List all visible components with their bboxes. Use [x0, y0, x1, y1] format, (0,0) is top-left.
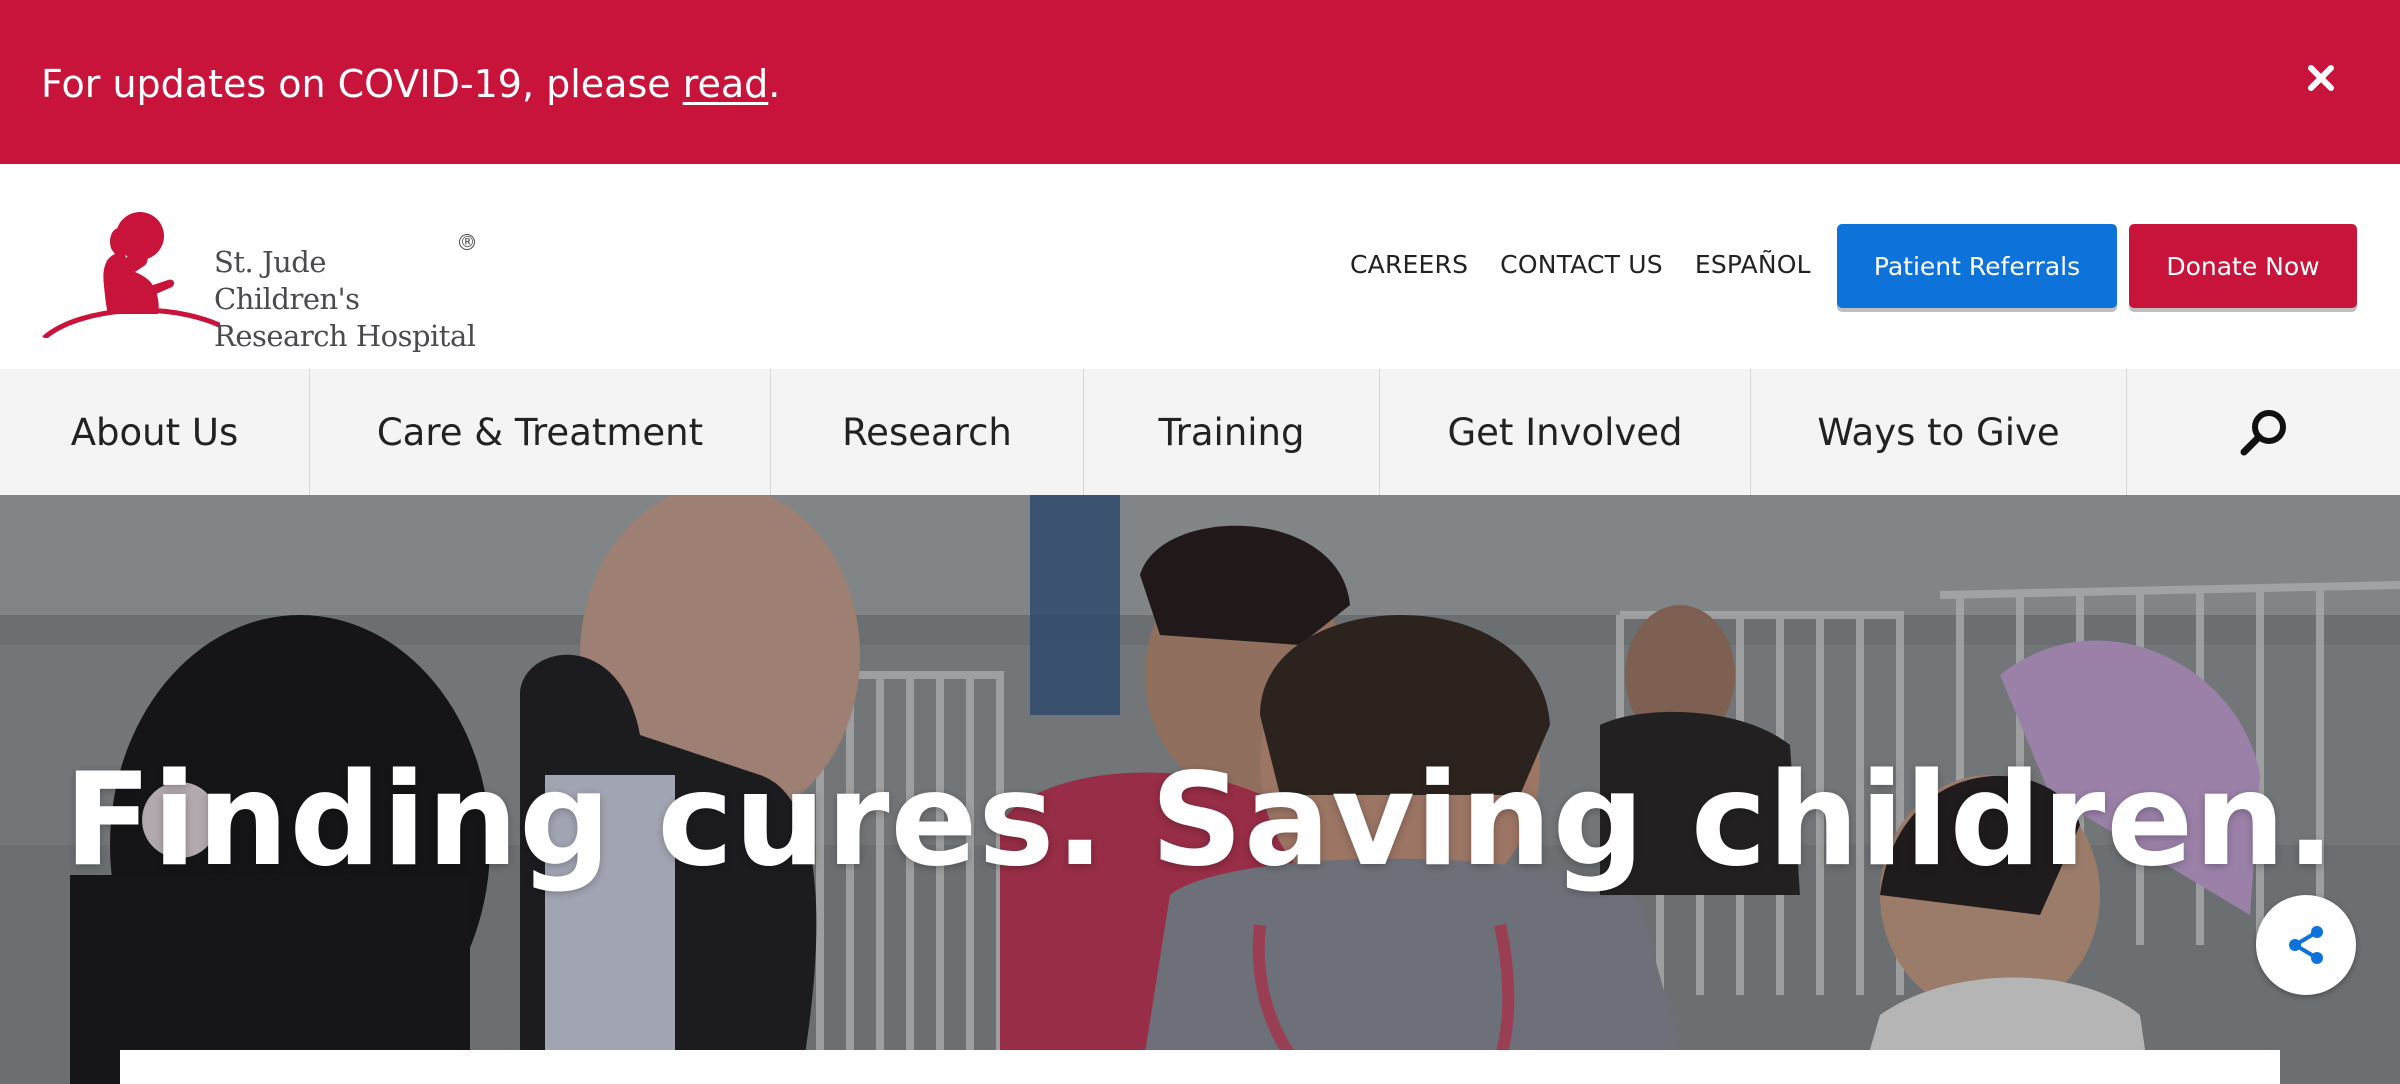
nav-training[interactable]: Training — [1084, 369, 1380, 495]
nav-get-involved[interactable]: Get Involved — [1380, 369, 1751, 495]
site-header: St. Jude Children's Research Hospital ® … — [0, 164, 2400, 369]
nav-care-treatment[interactable]: Care & Treatment — [310, 369, 771, 495]
share-icon[interactable] — [2256, 895, 2356, 995]
patient-referrals-button[interactable]: Patient Referrals — [1837, 224, 2117, 308]
logo-line-1: St. Jude Children's — [214, 245, 360, 316]
covid-alert-banner: For updates on COVID-19, please read. — [0, 0, 2400, 164]
hero-banner: Finding cures. Saving children. — [0, 495, 2400, 1084]
nav-ways-to-give[interactable]: Ways to Give — [1751, 369, 2127, 495]
content-card — [120, 1050, 2280, 1084]
logo-line-2: Research Hospital — [214, 319, 476, 353]
contact-us-link[interactable]: CONTACT US — [1500, 250, 1663, 279]
main-nav: About Us Care & Treatment Research Train… — [0, 369, 2400, 496]
logo-wordmark: St. Jude Children's Research Hospital — [214, 244, 480, 355]
hero-title: Finding cures. Saving children. — [64, 746, 2336, 895]
alert-suffix: . — [768, 62, 781, 106]
careers-link[interactable]: CAREERS — [1350, 250, 1468, 279]
alert-read-link[interactable]: read — [683, 62, 769, 106]
registered-mark: ® — [459, 233, 475, 251]
utility-nav: CAREERS CONTACT US ESPAÑOL — [1350, 250, 1843, 279]
alert-text: For updates on COVID-19, please — [41, 62, 683, 106]
nav-about-us[interactable]: About Us — [0, 369, 310, 495]
st-jude-logo[interactable]: St. Jude Children's Research Hospital ® — [40, 188, 480, 353]
child-silhouette-icon — [42, 212, 220, 338]
search-icon[interactable] — [2127, 369, 2400, 495]
espanol-link[interactable]: ESPAÑOL — [1695, 250, 1811, 279]
nav-research[interactable]: Research — [771, 369, 1084, 495]
alert-message: For updates on COVID-19, please read. — [41, 58, 780, 110]
close-icon[interactable] — [2301, 58, 2341, 98]
donate-now-button[interactable]: Donate Now — [2129, 224, 2357, 308]
